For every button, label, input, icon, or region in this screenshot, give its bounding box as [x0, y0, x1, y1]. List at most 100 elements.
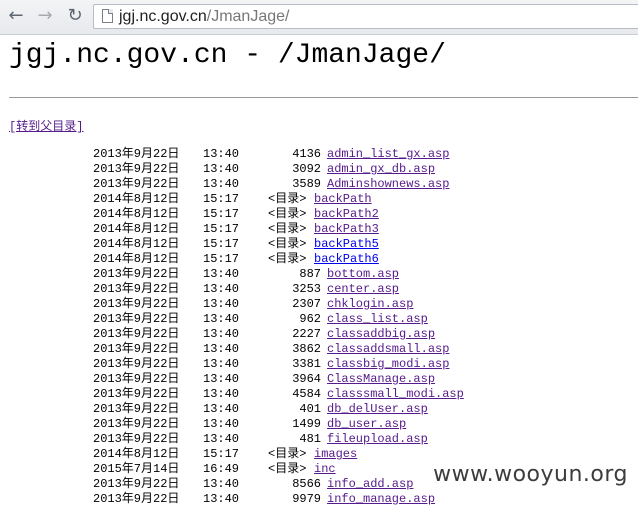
file-size-cell: 887 [255, 267, 321, 282]
file-date: 2013年9月22日 [93, 177, 180, 191]
file-size: 3092 [292, 162, 321, 176]
file-date: 2013年9月22日 [93, 267, 180, 281]
file-size-cell: 2307 [255, 297, 321, 312]
file-link[interactable]: info_manage.asp [327, 492, 435, 507]
file-time: 13:40 [203, 312, 240, 326]
directory-tag: <目录> [268, 207, 307, 221]
file-size: 3862 [292, 342, 321, 356]
file-size-cell: 3381 [255, 357, 321, 372]
address-bar-text[interactable]: jgj.nc.gov.cn/JmanJage/ [119, 8, 289, 26]
url-path: /JmanJage/ [206, 8, 290, 25]
file-size: 9979 [292, 492, 321, 506]
file-time: 13:40 [203, 282, 240, 296]
directory-tag: <目录> [268, 222, 307, 236]
file-date: 2013年9月22日 [93, 492, 180, 506]
file-date: 2013年9月22日 [93, 372, 180, 386]
file-size: 481 [299, 432, 321, 446]
file-size-cell: 962 [255, 312, 321, 327]
file-time: 13:40 [203, 432, 240, 446]
file-link[interactable]: class_list.asp [327, 312, 428, 327]
file-size-cell: 3862 [255, 342, 321, 357]
file-size-cell: 1499 [255, 417, 321, 432]
file-size-cell: 3253 [255, 282, 321, 297]
directory-link[interactable]: backPath [314, 192, 372, 207]
file-size-cell: 4136 [255, 147, 321, 162]
directory-tag: <目录> [268, 192, 307, 206]
file-link[interactable]: fileupload.asp [327, 432, 428, 447]
file-date: 2013年9月22日 [93, 297, 180, 311]
file-link[interactable]: admin_gx_db.asp [327, 162, 435, 177]
file-time: 16:49 [203, 462, 240, 476]
file-time: 13:40 [203, 372, 240, 386]
file-time: 13:40 [203, 417, 240, 431]
file-size-cell: 2227 [255, 327, 321, 342]
directory-link[interactable]: backPath5 [314, 237, 379, 252]
forward-arrow-icon[interactable]: → [34, 5, 56, 27]
file-time: 13:40 [203, 492, 240, 506]
file-link[interactable]: classaddbig.asp [327, 327, 435, 342]
file-date: 2013年9月22日 [93, 327, 180, 341]
file-date: 2015年7月14日 [93, 462, 180, 476]
file-link[interactable]: db_delUser.asp [327, 402, 428, 417]
file-date: 2013年9月22日 [93, 402, 180, 416]
file-link[interactable]: chklogin.asp [327, 297, 413, 312]
file-date: 2013年9月22日 [93, 282, 180, 296]
file-time: 15:17 [203, 222, 240, 236]
file-date: 2014年8月12日 [93, 252, 180, 266]
directory-tag: <目录> [268, 462, 307, 476]
file-date: 2013年9月22日 [93, 477, 180, 491]
file-size: 2227 [292, 327, 321, 341]
directory-link[interactable]: backPath2 [314, 207, 379, 222]
file-size: 3253 [292, 282, 321, 296]
file-link[interactable]: ClassManage.asp [327, 372, 435, 387]
file-size: 1499 [292, 417, 321, 431]
file-size: 4584 [292, 387, 321, 401]
file-size-cell: 3092 [255, 162, 321, 177]
file-link[interactable]: classaddsmall.asp [327, 342, 449, 357]
file-time: 15:17 [203, 192, 240, 206]
file-date: 2014年8月12日 [93, 237, 180, 251]
file-link[interactable]: info_add.asp [327, 477, 413, 492]
file-time: 13:40 [203, 402, 240, 416]
file-time: 15:17 [203, 207, 240, 221]
file-date: 2013年9月22日 [93, 387, 180, 401]
file-time: 13:40 [203, 177, 240, 191]
file-date: 2014年8月12日 [93, 447, 180, 461]
file-size: 3589 [292, 177, 321, 191]
directory-tag: <目录> [268, 237, 307, 251]
directory-link[interactable]: inc [314, 462, 336, 477]
parent-directory-link[interactable]: [转到父目录] [9, 117, 83, 134]
file-date: 2014年8月12日 [93, 192, 180, 206]
file-size-cell: 401 [255, 402, 321, 417]
file-date: 2013年9月22日 [93, 357, 180, 371]
file-time: 13:40 [203, 342, 240, 356]
divider [9, 97, 638, 98]
file-link[interactable]: db_user.asp [327, 417, 406, 432]
directory-link[interactable]: backPath3 [314, 222, 379, 237]
file-link[interactable]: bottom.asp [327, 267, 399, 282]
file-time: 13:40 [203, 267, 240, 281]
directory-tag: <目录> [268, 252, 307, 266]
file-link[interactable]: admin_list_gx.asp [327, 147, 449, 162]
file-time: 13:40 [203, 147, 240, 161]
address-bar[interactable]: jgj.nc.gov.cn/JmanJage/ [93, 4, 638, 29]
file-link[interactable]: Adminshownews.asp [327, 177, 449, 192]
file-link[interactable]: classbig_modi.asp [327, 357, 449, 372]
back-arrow-icon[interactable]: ← [5, 5, 27, 27]
file-link[interactable]: center.asp [327, 282, 399, 297]
reload-icon[interactable]: ↻ [64, 5, 86, 27]
page-icon [102, 9, 113, 23]
file-size: 8566 [292, 477, 321, 491]
file-size: 3964 [292, 372, 321, 386]
file-time: 13:40 [203, 477, 240, 491]
watermark: www.wooyun.org [433, 462, 628, 487]
directory-link[interactable]: images [314, 447, 357, 462]
file-date: 2013年9月22日 [93, 432, 180, 446]
page-title: jgj.nc.gov.cn - /JmanJage/ [9, 40, 446, 71]
directory-link[interactable]: backPath6 [314, 252, 379, 267]
file-date: 2013年9月22日 [93, 147, 180, 161]
directory-tag: <目录> [268, 447, 307, 461]
file-link[interactable]: classsmall_modi.asp [327, 387, 464, 402]
file-size: 2307 [292, 297, 321, 311]
file-size-cell: 8566 [255, 477, 321, 492]
